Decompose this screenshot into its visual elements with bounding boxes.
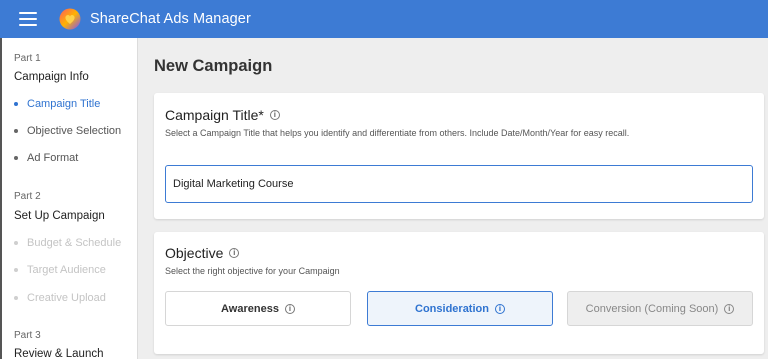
part-3-title: Review & Launch	[14, 348, 104, 359]
objective-hint: Select the right objective for your Camp…	[165, 266, 340, 276]
info-icon[interactable]: i	[269, 110, 280, 120]
campaign-title-heading: Campaign Title* i	[165, 107, 280, 123]
step-dot	[14, 268, 18, 272]
objective-option-label: Awareness	[221, 302, 279, 315]
app-title: ShareChat Ads Manager	[90, 11, 251, 27]
sidebar-item-label: Objective Selection	[27, 125, 122, 137]
sidebar-item-ad-format[interactable]: Ad Format	[14, 152, 78, 164]
sidebar-item-creative-upload: Creative Upload	[14, 292, 106, 304]
hamburger-menu-icon[interactable]	[19, 12, 37, 26]
info-icon[interactable]: i	[284, 303, 295, 314]
step-dot	[14, 102, 18, 106]
info-icon[interactable]: i	[724, 303, 735, 314]
step-dot	[14, 129, 18, 133]
sidebar-edge-divider	[0, 38, 2, 359]
top-app-bar: ShareChat Ads Manager	[0, 0, 768, 38]
part-1-title: Campaign Info	[14, 71, 89, 83]
sidebar-item-label: Budget & Schedule	[27, 237, 122, 249]
part-1-label: Part 1	[14, 53, 41, 64]
step-dot	[14, 296, 18, 300]
objective-consideration-button[interactable]: Consideration i	[367, 291, 553, 326]
sidebar-item-target-audience: Target Audience	[14, 264, 106, 276]
objective-awareness-button[interactable]: Awareness i	[165, 291, 351, 326]
campaign-title-hint: Select a Campaign Title that helps you i…	[165, 128, 630, 138]
sharechat-logo[interactable]	[59, 8, 81, 30]
objective-heading-text: Objective	[165, 245, 224, 261]
page-title: New Campaign	[154, 57, 273, 75]
sidebar-item-label: Ad Format	[27, 152, 79, 164]
sidebar-item-label: Campaign Title	[27, 98, 101, 110]
campaign-title-heading-text: Campaign Title*	[165, 107, 264, 123]
objective-option-label: Consideration	[415, 302, 489, 315]
objective-heading: Objective i	[165, 245, 240, 261]
objective-conversion-button: Conversion (Coming Soon) i	[567, 291, 753, 326]
sidebar-item-campaign-title[interactable]: Campaign Title	[14, 98, 100, 110]
part-2-label: Part 2	[14, 191, 41, 202]
info-icon[interactable]: i	[494, 303, 505, 314]
step-dot	[14, 156, 18, 160]
objective-option-label: Conversion (Coming Soon)	[585, 302, 719, 315]
part-3-label: Part 3	[14, 330, 41, 341]
sidebar-item-objective-selection[interactable]: Objective Selection	[14, 125, 121, 137]
sidebar-item-budget-schedule: Budget & Schedule	[14, 237, 121, 249]
sidebar-item-label: Target Audience	[27, 264, 106, 276]
campaign-title-card: Campaign Title* i Select a Campaign Titl…	[154, 93, 764, 219]
objective-card: Objective i Select the right objective f…	[154, 232, 764, 354]
step-dot	[14, 241, 18, 245]
info-icon[interactable]: i	[229, 248, 240, 258]
sidebar-item-label: Creative Upload	[27, 292, 106, 304]
part-2-title: Set Up Campaign	[14, 210, 105, 222]
campaign-title-input[interactable]	[165, 165, 753, 203]
